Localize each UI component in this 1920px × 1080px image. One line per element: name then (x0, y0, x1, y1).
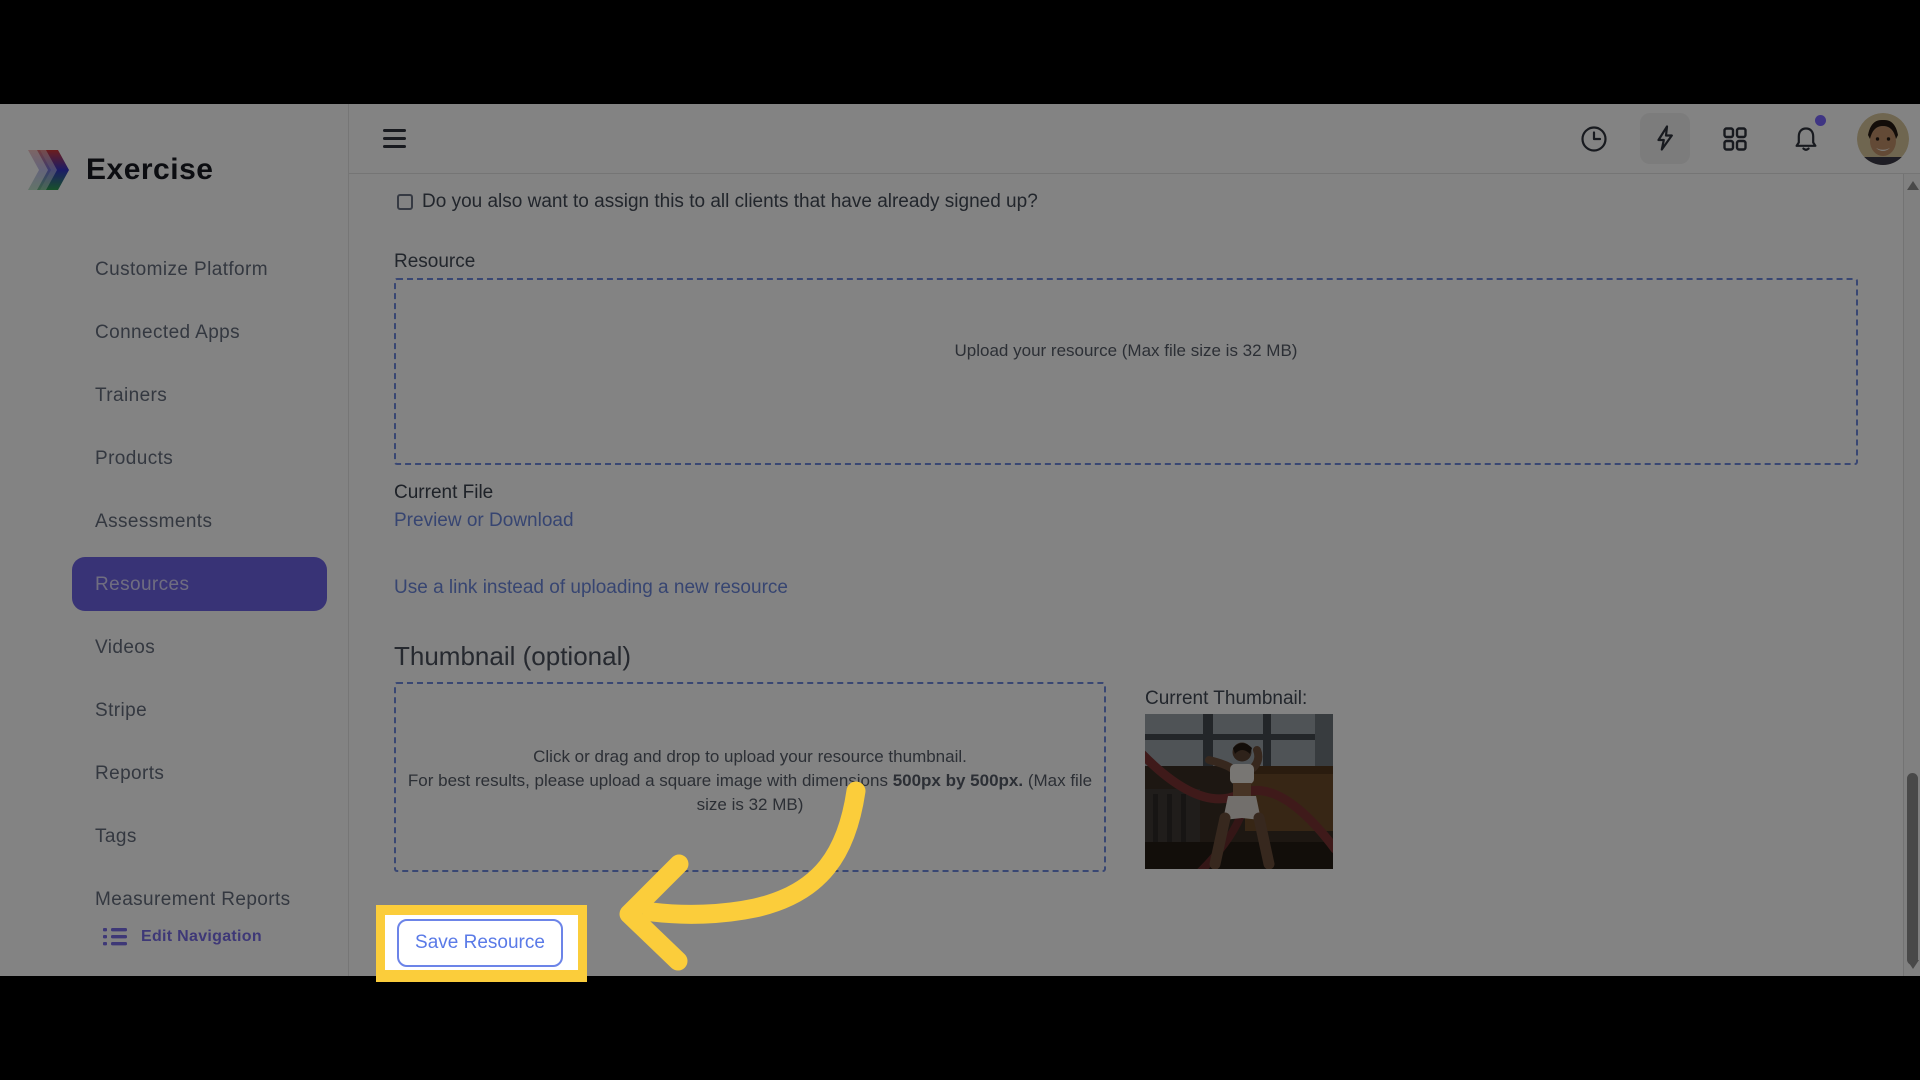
screenshot-dim-overlay (0, 104, 1920, 976)
save-resource-button[interactable]: Save Resource (397, 919, 563, 967)
app-window: Exercise Customize Platform Connected Ap… (0, 104, 1920, 976)
